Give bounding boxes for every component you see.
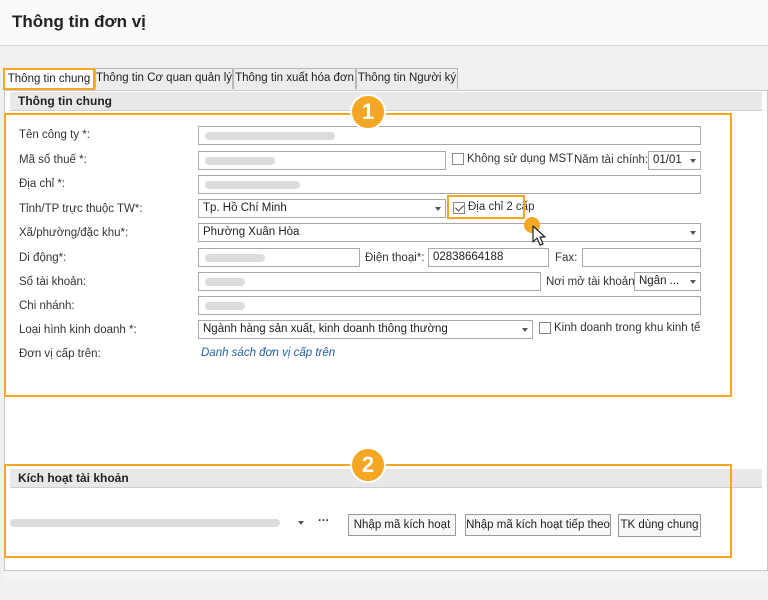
phone-label: Điện thoại*: bbox=[365, 252, 425, 264]
province-value: Tp. Hồ Chí Minh bbox=[203, 202, 287, 214]
parent-unit-label: Đơn vị cấp trên: bbox=[19, 348, 101, 360]
fax-label: Fax: bbox=[555, 252, 578, 264]
branch-label: Chi nhánh: bbox=[19, 300, 75, 312]
branch-input[interactable] bbox=[198, 296, 701, 315]
mouse-cursor-icon bbox=[532, 225, 546, 246]
callout-badge-1: 1 bbox=[350, 94, 386, 130]
window-header: Thông tin đơn vị bbox=[0, 0, 768, 46]
business-type-value: Ngành hàng sản xuất, kinh doanh thông th… bbox=[203, 323, 448, 335]
bank-select[interactable]: Ngân ... bbox=[634, 272, 701, 291]
activation-account-select[interactable] bbox=[8, 514, 338, 533]
no-tax-code-checkbox[interactable] bbox=[452, 153, 464, 165]
chevron-down-icon bbox=[435, 207, 441, 211]
province-select[interactable]: Tp. Hồ Chí Minh bbox=[198, 199, 446, 218]
business-type-select[interactable]: Ngành hàng sản xuất, kinh doanh thông th… bbox=[198, 320, 533, 339]
panel-bottom-bar bbox=[4, 570, 768, 582]
general-section-header: Thông tin chung bbox=[10, 92, 762, 111]
two-level-address-checkbox[interactable] bbox=[453, 202, 465, 214]
page-title: Thông tin đơn vị bbox=[12, 12, 146, 31]
chevron-down-icon bbox=[690, 280, 696, 284]
mobile-label: Di động*: bbox=[19, 252, 67, 264]
address-label: Địa chỉ *: bbox=[19, 178, 66, 190]
econ-zone-checkbox[interactable] bbox=[539, 322, 551, 334]
callout-badge-2: 2 bbox=[350, 447, 386, 483]
econ-zone-label: Kinh doanh trong khu kinh tế bbox=[554, 322, 701, 334]
company-name-label: Tên công ty *: bbox=[19, 129, 90, 141]
tax-code-input[interactable] bbox=[198, 151, 446, 170]
phone-input[interactable]: 02838664188 bbox=[428, 248, 549, 267]
account-number-input[interactable] bbox=[198, 272, 541, 291]
account-number-label: Số tài khoản: bbox=[19, 276, 87, 288]
bank-value: Ngân ... bbox=[639, 275, 680, 287]
bank-label: Nơi mở tài khoản: bbox=[546, 276, 638, 288]
tax-code-label: Mã số thuế *: bbox=[19, 154, 87, 166]
no-tax-code-label: Không sử dụng MST bbox=[467, 153, 574, 165]
fiscal-year-label: Năm tài chính: bbox=[574, 154, 649, 166]
shared-account-button[interactable]: TK dùng chung bbox=[618, 514, 701, 537]
parent-unit-link[interactable]: Danh sách đơn vị cấp trên bbox=[201, 347, 335, 359]
chevron-down-icon bbox=[690, 231, 696, 235]
enter-next-activation-code-button[interactable]: Nhập mã kích hoạt tiếp theo bbox=[465, 514, 611, 536]
more-options-button[interactable]: ··· bbox=[318, 515, 330, 527]
address-input[interactable] bbox=[198, 175, 701, 194]
business-type-label: Loại hình kinh doanh *: bbox=[19, 324, 137, 336]
tab-general-info[interactable]: Thông tin chung bbox=[3, 68, 95, 90]
company-name-input[interactable] bbox=[198, 126, 701, 145]
chevron-down-icon bbox=[298, 521, 304, 525]
fiscal-year-value: 01/01 bbox=[653, 154, 682, 166]
chevron-down-icon bbox=[690, 159, 696, 163]
mobile-input[interactable] bbox=[198, 248, 360, 267]
enter-activation-code-button[interactable]: Nhập mã kích hoạt bbox=[348, 514, 456, 536]
province-label: Tỉnh/TP trực thuộc TW*: bbox=[19, 203, 143, 215]
fiscal-year-select[interactable]: 01/01 bbox=[648, 151, 701, 170]
tab-strip: Thông tin chung Thông tin Cơ quan quản l… bbox=[2, 68, 768, 90]
tab-signer-info[interactable]: Thông tin Người ký bbox=[356, 68, 458, 89]
ward-label: Xã/phường/đặc khu*: bbox=[19, 227, 129, 239]
tab-invoice-info[interactable]: Thông tin xuất hóa đơn bbox=[233, 68, 356, 89]
ward-select[interactable]: Phường Xuân Hòa bbox=[198, 223, 701, 242]
tab-management-agency[interactable]: Thông tin Cơ quan quản lý bbox=[95, 68, 233, 89]
chevron-down-icon bbox=[522, 328, 528, 332]
activation-section-header: Kích hoạt tài khoản bbox=[10, 469, 762, 488]
ward-value: Phường Xuân Hòa bbox=[203, 226, 300, 238]
two-level-address-label: Địa chỉ 2 cấp bbox=[468, 201, 535, 213]
fax-input[interactable] bbox=[582, 248, 701, 267]
